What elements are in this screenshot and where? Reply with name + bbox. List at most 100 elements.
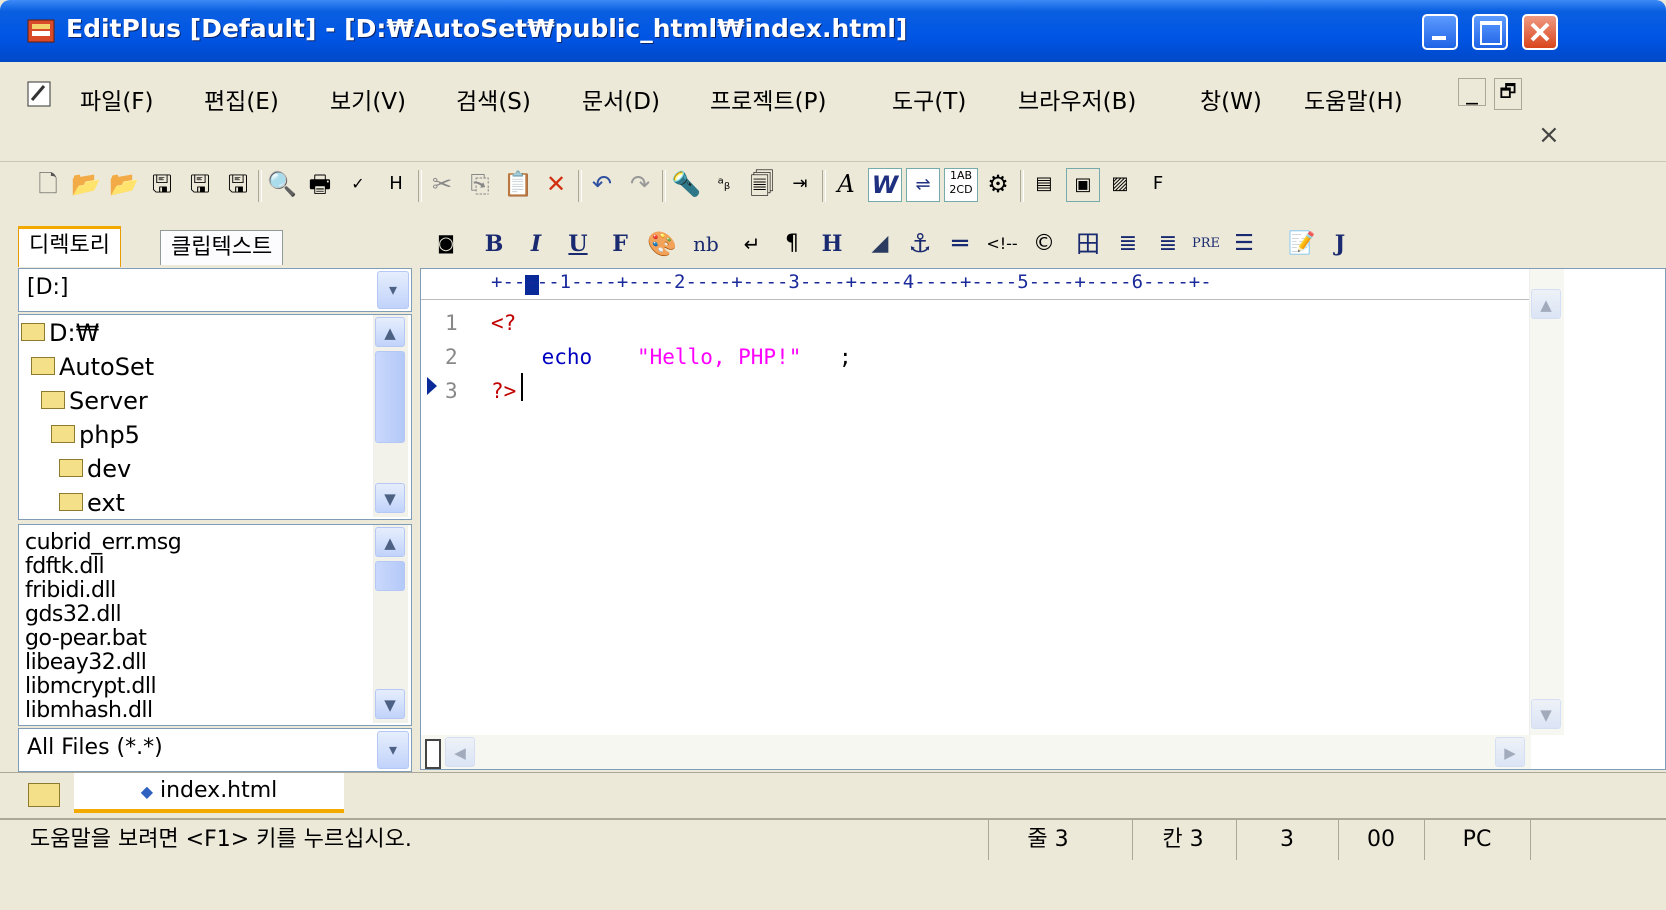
- line-break-icon[interactable]: ↵: [736, 228, 768, 260]
- list-item[interactable]: libmhash.dll: [25, 699, 153, 723]
- spellcheck-icon[interactable]: ✓: [342, 168, 374, 200]
- copy-icon[interactable]: ⎘: [464, 168, 496, 200]
- tree-scrollbar[interactable]: ▲ ▼: [373, 315, 408, 517]
- list-icon[interactable]: ☰: [1228, 228, 1260, 260]
- save-as-icon[interactable]: 🖫: [184, 168, 216, 200]
- chevron-down-icon[interactable]: ▾: [377, 731, 409, 769]
- editor-area[interactable]: +-----1----+----2----+----3----+----4---…: [420, 268, 1666, 770]
- print-icon[interactable]: 🖶: [304, 168, 336, 200]
- preview-icon[interactable]: ◙: [430, 228, 462, 260]
- html-toolbar-icon[interactable]: H: [380, 168, 412, 200]
- maximize-button[interactable]: [1472, 14, 1508, 50]
- paragraph-icon[interactable]: ¶: [776, 228, 808, 260]
- menu-window[interactable]: 창(W): [1200, 82, 1262, 116]
- tree-item[interactable]: D:₩: [21, 319, 99, 347]
- scroll-thumb[interactable]: [375, 561, 405, 591]
- scroll-left-icon[interactable]: ◀: [445, 737, 475, 767]
- split-handle[interactable]: [425, 739, 441, 769]
- indent-icon[interactable]: ⇥: [784, 168, 816, 200]
- form-icon[interactable]: F: [1142, 168, 1174, 200]
- table-icon[interactable]: 田: [1072, 228, 1104, 260]
- chevron-down-icon[interactable]: ▾: [377, 271, 409, 309]
- find-in-files-icon[interactable]: 🗐: [746, 168, 778, 200]
- horizontal-rule-icon[interactable]: ═: [944, 228, 976, 260]
- font-icon[interactable]: A: [830, 168, 862, 200]
- menu-help[interactable]: 도움말(H): [1304, 82, 1403, 116]
- tree-item[interactable]: dev: [59, 455, 131, 483]
- underline-button[interactable]: U: [562, 228, 594, 260]
- heading-button[interactable]: H: [816, 228, 848, 260]
- mdi-restore-button[interactable]: 🗗: [1494, 78, 1522, 110]
- scroll-up-icon[interactable]: ▲: [375, 527, 405, 557]
- scroll-down-icon[interactable]: ▼: [375, 483, 405, 513]
- directory-tree[interactable]: D:₩ AutoSet Server php5 dev ext ▲ ▼: [18, 314, 412, 520]
- tab-cliptext[interactable]: 클립텍스트: [160, 230, 284, 265]
- scroll-down-icon[interactable]: ▼: [1531, 699, 1561, 729]
- bold-button[interactable]: B: [478, 228, 510, 260]
- tab-index-html[interactable]: ◆ index.html: [74, 773, 344, 813]
- tree-item[interactable]: php5: [51, 421, 140, 449]
- paste-icon[interactable]: 📋: [502, 168, 534, 200]
- minimize-button[interactable]: [1422, 14, 1458, 50]
- menu-search[interactable]: 검색(S): [456, 82, 531, 116]
- editor-hscrollbar[interactable]: ◀ ▶: [421, 735, 1531, 769]
- menu-view[interactable]: 보기(V): [330, 82, 406, 116]
- mdi-minimize-button[interactable]: _: [1458, 78, 1486, 106]
- list-item[interactable]: cubrid_err.msg: [25, 531, 182, 555]
- menu-document[interactable]: 문서(D): [582, 82, 660, 116]
- file-list-scrollbar[interactable]: ▲ ▼: [373, 525, 408, 723]
- image-icon[interactable]: ◢: [864, 228, 896, 260]
- line-number-icon[interactable]: ⇌: [906, 168, 940, 202]
- preferences-icon[interactable]: ⚙: [982, 168, 1014, 200]
- tab-directory[interactable]: 디렉토리: [18, 226, 121, 267]
- list-item[interactable]: libmcrypt.dll: [25, 675, 157, 699]
- open-folder-icon[interactable]: 📂: [70, 168, 102, 200]
- javascript-button[interactable]: J: [1324, 228, 1356, 260]
- tree-item[interactable]: AutoSet: [31, 353, 154, 381]
- mdi-close-button[interactable]: ×: [1538, 120, 1560, 150]
- scroll-up-icon[interactable]: ▲: [375, 317, 405, 347]
- open-remote-icon[interactable]: 📂: [108, 168, 140, 200]
- file-filter-select[interactable]: All Files (*.*) ▾: [18, 728, 412, 772]
- ruler-icon[interactable]: 1AB 2CD: [944, 168, 978, 202]
- editplus-app-icon[interactable]: [26, 16, 58, 46]
- redo-icon[interactable]: ↷: [624, 168, 656, 200]
- nbsp-button[interactable]: nb: [690, 228, 722, 260]
- edit-icon[interactable]: 📝: [1286, 228, 1318, 260]
- tree-item[interactable]: Server: [41, 387, 148, 415]
- find-icon[interactable]: 🔦: [670, 168, 702, 200]
- drive-select[interactable]: [D:] ▾: [18, 268, 412, 312]
- menu-edit[interactable]: 편집(E): [204, 82, 279, 116]
- scroll-thumb[interactable]: [375, 351, 405, 443]
- scroll-right-icon[interactable]: ▶: [1495, 737, 1525, 767]
- pre-button[interactable]: PRE: [1190, 228, 1222, 260]
- list-item[interactable]: gds32.dll: [25, 603, 122, 627]
- word-wrap-icon[interactable]: W: [868, 168, 902, 202]
- document-icon[interactable]: [26, 80, 54, 108]
- undo-icon[interactable]: ↶: [586, 168, 618, 200]
- menu-browser[interactable]: 브라우저(B): [1018, 82, 1136, 116]
- delete-icon[interactable]: ✕: [540, 168, 572, 200]
- menu-file[interactable]: 파일(F): [80, 82, 154, 116]
- replace-icon[interactable]: ᵃᵦ: [708, 168, 740, 200]
- align-center-icon[interactable]: ≣: [1112, 228, 1144, 260]
- color-palette-icon[interactable]: 🎨: [646, 228, 678, 260]
- cut-icon[interactable]: ✂: [426, 168, 458, 200]
- list-item[interactable]: fribidi.dll: [25, 579, 116, 603]
- view-icon[interactable]: ▤: [1028, 168, 1060, 200]
- window-list-icon[interactable]: ▣: [1066, 168, 1100, 202]
- list-item[interactable]: go-pear.bat: [25, 627, 147, 651]
- menu-tools[interactable]: 도구(T): [892, 82, 966, 116]
- folder-icon[interactable]: [28, 783, 60, 807]
- list-item[interactable]: libeay32.dll: [25, 651, 147, 675]
- tool-icon[interactable]: ▨: [1104, 168, 1136, 200]
- close-button[interactable]: [1522, 14, 1558, 50]
- title-bar[interactable]: EditPlus [Default] - [D:₩AutoSet₩public_…: [0, 0, 1666, 62]
- scroll-down-icon[interactable]: ▼: [375, 689, 405, 719]
- align-right-icon[interactable]: ≣: [1152, 228, 1184, 260]
- resize-grip-icon[interactable]: [1530, 820, 1581, 860]
- copyright-icon[interactable]: ©: [1028, 228, 1060, 260]
- scroll-up-icon[interactable]: ▲: [1531, 289, 1561, 319]
- tree-item[interactable]: ext: [59, 489, 125, 517]
- menu-project[interactable]: 프로젝트(P): [710, 82, 826, 116]
